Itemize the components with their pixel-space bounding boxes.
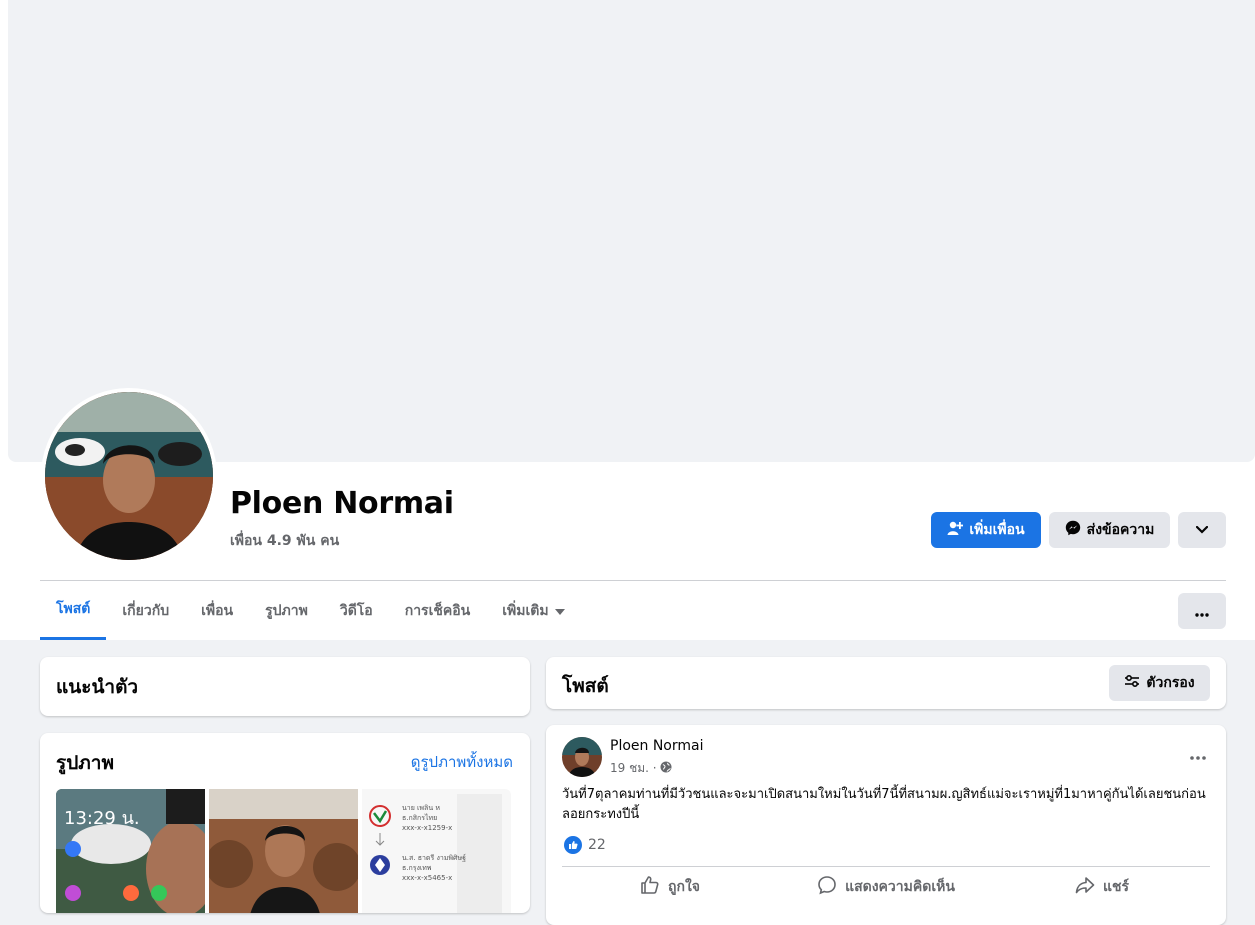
- thumb-account-name: น.ส. ธาดรี งามพิศิษฐ์: [402, 854, 466, 862]
- friends-count[interactable]: เพื่อน 4.9 พัน คน: [230, 530, 339, 552]
- comment-icon: [817, 875, 837, 899]
- photo-thumbnail[interactable]: นาย เพลิน ห ธ.กสิกรไทย xxx-x-x1259-x น.ส…: [362, 789, 511, 913]
- globe-icon: [660, 761, 672, 776]
- filter-icon: [1124, 674, 1140, 692]
- see-all-photos-link[interactable]: ดูรูปภาพทั้งหมด: [411, 750, 513, 774]
- post-card: Ploen Normai 19 ชม. · วันที่7ตุลาคมท่านท…: [546, 725, 1226, 925]
- thumbs-up-icon: [640, 875, 660, 899]
- tab-photos[interactable]: รูปภาพ: [249, 581, 324, 640]
- like-count: 22: [588, 837, 606, 853]
- posts-title: โพสต์: [562, 675, 609, 697]
- share-button[interactable]: แชร์: [994, 867, 1210, 907]
- chevron-down-icon: [1195, 522, 1209, 538]
- more-dots-icon: [1195, 602, 1209, 621]
- tab-friends[interactable]: เพื่อน: [185, 581, 249, 640]
- post-text: วันที่7ตุลาคมท่านที่มีวัวชนและจะมาเปิดสน…: [562, 787, 1206, 822]
- post-actions: ถูกใจ แสดงความคิดเห็น แชร์: [562, 867, 1210, 907]
- thumb-account-number: xxx-x-x5465-x: [402, 874, 453, 882]
- comment-button[interactable]: แสดงความคิดเห็น: [778, 867, 994, 907]
- share-icon: [1075, 875, 1095, 899]
- like-label: ถูกใจ: [668, 879, 700, 895]
- photos-card: รูปภาพ ดูรูปภาพทั้งหมด 13:29 น. นาย เพลิ…: [40, 733, 530, 913]
- profile-options-button[interactable]: [1178, 512, 1226, 548]
- messenger-icon: [1065, 520, 1081, 540]
- add-friend-button[interactable]: เพิ่มเพื่อน: [931, 512, 1041, 548]
- comment-label: แสดงความคิดเห็น: [845, 879, 955, 895]
- profile-name: Ploen Normai: [230, 486, 454, 521]
- profile-tabs: โพสต์ เกี่ยวกับ เพื่อน รูปภาพ วิดีโอ การ…: [40, 581, 581, 640]
- filter-label: ตัวกรอง: [1146, 675, 1195, 691]
- cover-photo[interactable]: [8, 0, 1255, 462]
- tab-videos[interactable]: วิดีโอ: [324, 581, 389, 640]
- post-timestamp[interactable]: 19 ชม. ·: [610, 759, 672, 778]
- tab-more[interactable]: เพิ่มเติม: [486, 581, 580, 640]
- photo-thumbnail[interactable]: [209, 789, 358, 913]
- tab-more-label: เพิ่มเติม: [502, 602, 549, 619]
- profile-avatar[interactable]: [41, 388, 217, 564]
- more-dots-icon: [1190, 745, 1206, 764]
- post-author-avatar[interactable]: [562, 737, 602, 777]
- photos-title: รูปภาพ: [56, 752, 114, 774]
- add-friend-icon: [947, 520, 964, 540]
- photo-thumbnail[interactable]: 13:29 น.: [56, 789, 205, 913]
- add-friend-label: เพิ่มเพื่อน: [969, 522, 1025, 538]
- message-label: ส่งข้อความ: [1086, 522, 1155, 538]
- post-author-name[interactable]: Ploen Normai: [610, 738, 704, 754]
- thumb-bank-name: ธ.กรุงเทพ: [402, 864, 432, 872]
- tab-checkins[interactable]: การเช็คอิน: [389, 581, 487, 640]
- filter-button[interactable]: ตัวกรอง: [1109, 665, 1210, 701]
- tabs-more-options-button[interactable]: [1178, 593, 1226, 629]
- intro-title: แนะนำตัว: [56, 676, 139, 698]
- posts-header-card: โพสต์ ตัวกรอง: [546, 657, 1226, 709]
- thumb-account-number: xxx-x-x1259-x: [402, 824, 453, 832]
- like-button[interactable]: ถูกใจ: [562, 867, 778, 907]
- thumb-account-name: นาย เพลิน ห: [402, 804, 440, 812]
- like-reaction-icon: [564, 836, 582, 854]
- reaction-summary[interactable]: 22: [564, 836, 606, 854]
- thumb-time-text: 13:29 น.: [64, 808, 140, 829]
- caret-down-icon: [554, 603, 565, 619]
- message-button[interactable]: ส่งข้อความ: [1049, 512, 1170, 548]
- intro-card: แนะนำตัว: [40, 657, 530, 716]
- post-time-text: 19 ชม. ·: [610, 761, 657, 775]
- tab-posts[interactable]: โพสต์: [40, 581, 107, 640]
- post-options-button[interactable]: [1190, 745, 1206, 764]
- tab-about[interactable]: เกี่ยวกับ: [106, 581, 185, 640]
- thumb-bank-name: ธ.กสิกรไทย: [402, 814, 438, 822]
- share-label: แชร์: [1102, 879, 1130, 895]
